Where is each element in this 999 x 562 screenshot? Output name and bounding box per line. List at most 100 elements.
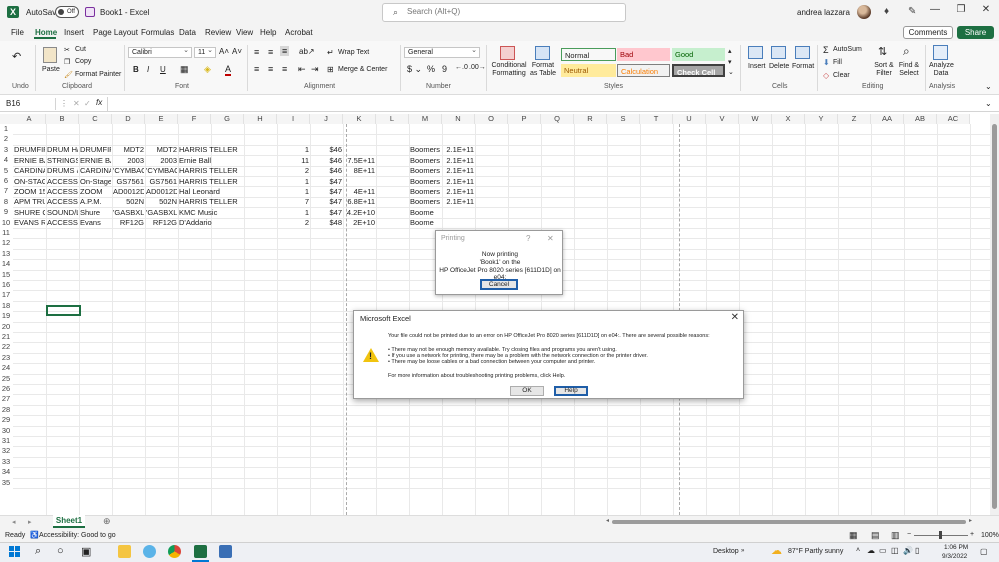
- cell[interactable]: 7.5E+11: [344, 156, 375, 166]
- start-button[interactable]: [9, 546, 20, 557]
- cell[interactable]: $46: [311, 156, 342, 166]
- cell[interactable]: 2.1E+11: [443, 145, 474, 155]
- row-header[interactable]: 32: [0, 446, 12, 456]
- minimize-button[interactable]: —: [924, 4, 946, 15]
- row-header[interactable]: 9: [0, 207, 12, 217]
- align-left-icon[interactable]: ≡: [254, 64, 259, 74]
- row-header[interactable]: 26: [0, 384, 12, 394]
- decrease-indent-icon[interactable]: ⇤: [298, 64, 306, 75]
- borders-icon[interactable]: ▦: [180, 64, 189, 75]
- cell[interactable]: ZOOM: [80, 187, 111, 197]
- row-header[interactable]: 27: [0, 394, 12, 404]
- cell[interactable]: 1: [278, 208, 309, 218]
- font-size-select[interactable]: 11: [194, 46, 216, 58]
- sort-filter-button[interactable]: Sort & Filter: [873, 62, 895, 78]
- tab-page-layout[interactable]: Page Layout: [93, 28, 138, 37]
- tab-data[interactable]: Data: [179, 28, 196, 37]
- column-header[interactable]: J: [310, 114, 343, 124]
- find-select-button[interactable]: Find & Select: [896, 62, 922, 78]
- show-hidden-icons[interactable]: ˄: [856, 547, 860, 554]
- style-check-cell[interactable]: Check Cell: [672, 64, 725, 77]
- row-header[interactable]: 4: [0, 155, 12, 165]
- cancel-entry-icon[interactable]: ✕: [73, 99, 80, 108]
- cell[interactable]: 4.2E+10: [344, 208, 375, 218]
- font-color-icon[interactable]: A: [225, 64, 232, 76]
- cell[interactable]: RF12G: [113, 218, 144, 228]
- chrome-icon[interactable]: [168, 545, 181, 558]
- row-header[interactable]: 21: [0, 332, 12, 342]
- cell[interactable]: MDT2: [146, 145, 177, 155]
- column-header[interactable]: R: [574, 114, 607, 124]
- cell[interactable]: ACCESSO: [47, 218, 78, 228]
- row-header[interactable]: 22: [0, 342, 12, 352]
- save-icon[interactable]: [85, 7, 95, 17]
- next-sheet-icon[interactable]: ▸: [28, 518, 32, 526]
- scroll-left-icon[interactable]: ◂: [606, 517, 609, 524]
- accessibility-status[interactable]: Accessibility: Good to go: [39, 532, 116, 539]
- row-header[interactable]: 20: [0, 322, 12, 332]
- row-header[interactable]: 6: [0, 176, 12, 186]
- analyze-data-button[interactable]: Analyze Data: [929, 62, 954, 78]
- zoom-level[interactable]: 100%: [981, 532, 999, 539]
- column-header[interactable]: C: [79, 114, 112, 124]
- tab-insert[interactable]: Insert: [64, 28, 84, 37]
- format-painter-button[interactable]: Format Painter: [75, 71, 121, 78]
- cell[interactable]: D'Addario: [179, 218, 243, 228]
- cell[interactable]: DRUM H/: [47, 145, 78, 155]
- collapse-ribbon-icon[interactable]: ⌄: [985, 82, 992, 91]
- format-cells-button[interactable]: Format: [792, 63, 814, 70]
- cell[interactable]: SHURE C/: [14, 208, 45, 218]
- delete-cells-button[interactable]: Delete: [769, 63, 789, 70]
- align-top-icon[interactable]: ≡: [254, 47, 259, 57]
- row-header[interactable]: 14: [0, 259, 12, 269]
- cell[interactable]: 2003: [146, 156, 177, 166]
- cell[interactable]: 7: [278, 197, 309, 207]
- column-header[interactable]: N: [442, 114, 475, 124]
- excel-taskbar-icon[interactable]: [194, 545, 207, 558]
- cell[interactable]: ON-STAG: [14, 177, 45, 187]
- style-neutral[interactable]: Neutral: [561, 64, 616, 77]
- row-header[interactable]: 29: [0, 415, 12, 425]
- styles-more-icon[interactable]: ⌄: [728, 68, 734, 76]
- scroll-thumb[interactable]: [992, 124, 997, 509]
- help-button[interactable]: Help: [554, 386, 588, 396]
- dialog-help-button[interactable]: ?: [526, 234, 530, 243]
- cell[interactable]: $46: [311, 166, 342, 176]
- undo-icon[interactable]: ↶: [12, 50, 21, 63]
- scroll-right-icon[interactable]: ▸: [969, 517, 972, 524]
- search-box[interactable]: ⌕: [382, 3, 626, 22]
- cell[interactable]: HARRIS TELLER: [179, 166, 243, 176]
- cell[interactable]: RF12G: [146, 218, 177, 228]
- fill-button[interactable]: Fill: [833, 59, 842, 66]
- tab-home[interactable]: Home: [35, 28, 57, 37]
- format-as-table-button[interactable]: Format as Table: [529, 62, 557, 78]
- zoom-slider-thumb[interactable]: [939, 531, 942, 539]
- row-header[interactable]: 2: [0, 134, 12, 144]
- column-header[interactable]: B: [46, 114, 79, 124]
- row-header[interactable]: 18: [0, 301, 12, 311]
- conditional-formatting-button[interactable]: Conditional Formatting: [491, 62, 527, 78]
- page-layout-view-icon[interactable]: ▤: [871, 530, 880, 541]
- column-header[interactable]: A: [13, 114, 46, 124]
- cell[interactable]: 1: [278, 145, 309, 155]
- cell[interactable]: $47: [311, 187, 342, 197]
- column-header[interactable]: Y: [805, 114, 838, 124]
- vertical-scrollbar[interactable]: [990, 114, 999, 515]
- row-header[interactable]: 12: [0, 238, 12, 248]
- row-header[interactable]: 34: [0, 467, 12, 477]
- taskbar-search-icon[interactable]: ⌕: [35, 545, 41, 558]
- cell[interactable]: Boomers: [410, 156, 441, 166]
- more-icon[interactable]: ⋮: [60, 99, 68, 108]
- close-window-button[interactable]: ✕: [975, 4, 997, 15]
- restore-button[interactable]: ❐: [950, 4, 972, 15]
- wrap-text-button[interactable]: Wrap Text: [338, 49, 369, 56]
- column-header[interactable]: D: [112, 114, 145, 124]
- shrink-font-icon[interactable]: A˅: [232, 47, 242, 56]
- notifications-icon[interactable]: ▢: [980, 547, 988, 556]
- zoom-in-icon[interactable]: +: [970, 531, 974, 538]
- pen-icon[interactable]: ✎: [908, 6, 916, 17]
- orientation-icon[interactable]: ab↗: [299, 47, 315, 56]
- comments-button[interactable]: Comments: [903, 26, 953, 39]
- row-header[interactable]: 25: [0, 374, 12, 384]
- style-bad[interactable]: Bad: [617, 48, 670, 61]
